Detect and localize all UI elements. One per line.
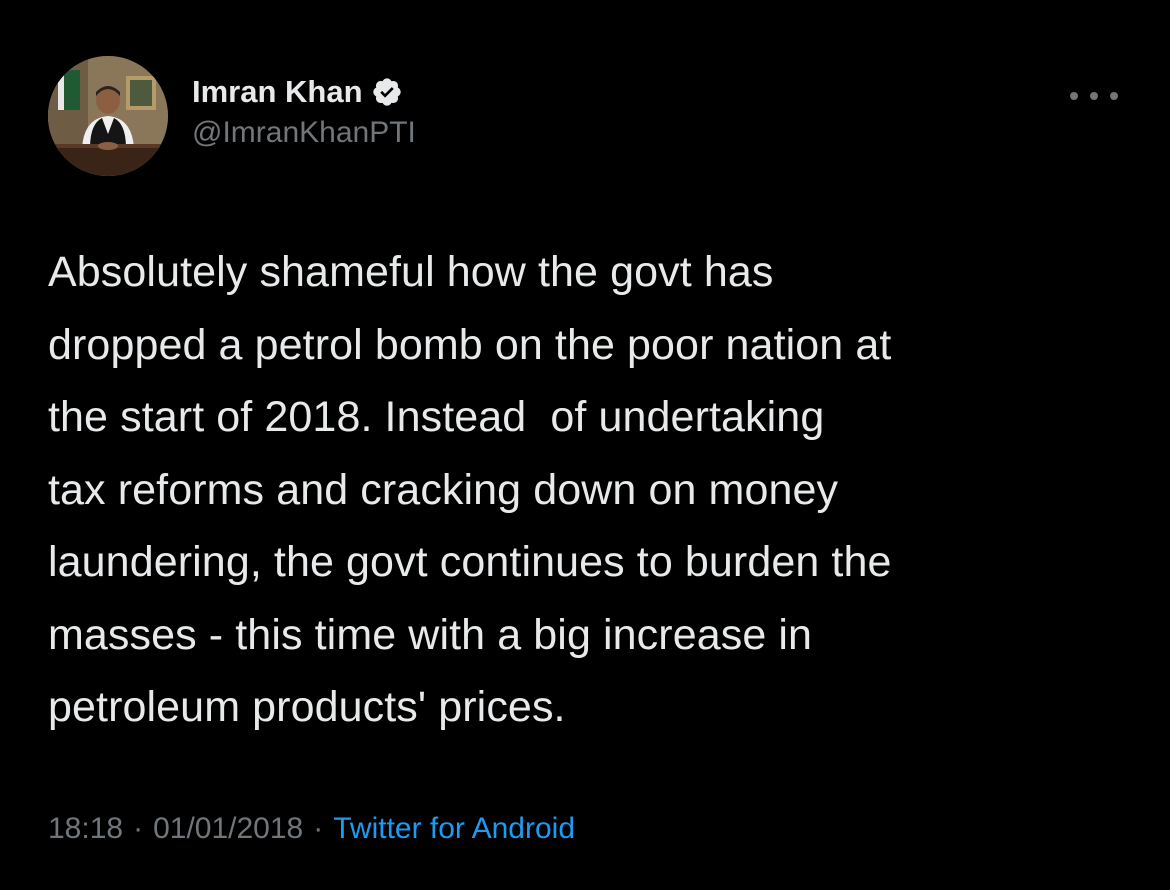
tweet-text: Absolutely shameful how the govt has dro… (48, 236, 1138, 744)
author-display-name[interactable]: Imran Khan (192, 74, 363, 110)
meta-separator: · (133, 812, 144, 845)
verified-badge-icon (371, 76, 403, 108)
meta-separator: · (313, 812, 324, 845)
tweet-text-line: laundering, the govt continues to burden… (48, 538, 892, 586)
avatar-photo (48, 56, 168, 176)
tweet-detail: Imran Khan @ImranKhanPTI Absolutely sham… (0, 0, 1170, 890)
tweet-metadata: 18:18 · 01/01/2018 · Twitter for Android (48, 812, 575, 846)
tweet-header: Imran Khan @ImranKhanPTI (48, 55, 416, 177)
tweet-source-link[interactable]: Twitter for Android (333, 812, 575, 846)
tweet-text-line: tax reforms and cracking down on money (48, 465, 839, 514)
tweet-text-line: masses - this time with a big increase i… (48, 610, 813, 659)
tweet-text-line: petroleum products' prices. (48, 683, 566, 731)
tweet-date[interactable]: 01/01/2018 (153, 812, 303, 846)
tweet-text-line: the start of 2018. Instead of undertakin… (48, 393, 825, 441)
tweet-time[interactable]: 18:18 (48, 812, 123, 846)
more-dot (1110, 92, 1118, 100)
author-identity[interactable]: Imran Khan @ImranKhanPTI (192, 70, 416, 150)
avatar[interactable] (48, 56, 168, 176)
more-horizontal-icon[interactable] (1070, 86, 1118, 106)
more-dot (1090, 92, 1098, 100)
author-handle[interactable]: @ImranKhanPTI (192, 116, 416, 150)
tweet-text-line: Absolutely shameful how the govt has (48, 248, 774, 296)
more-dot (1070, 92, 1078, 100)
author-name-row: Imran Khan (192, 70, 416, 114)
tweet-text-line: dropped a petrol bomb on the poor nation… (48, 320, 892, 369)
